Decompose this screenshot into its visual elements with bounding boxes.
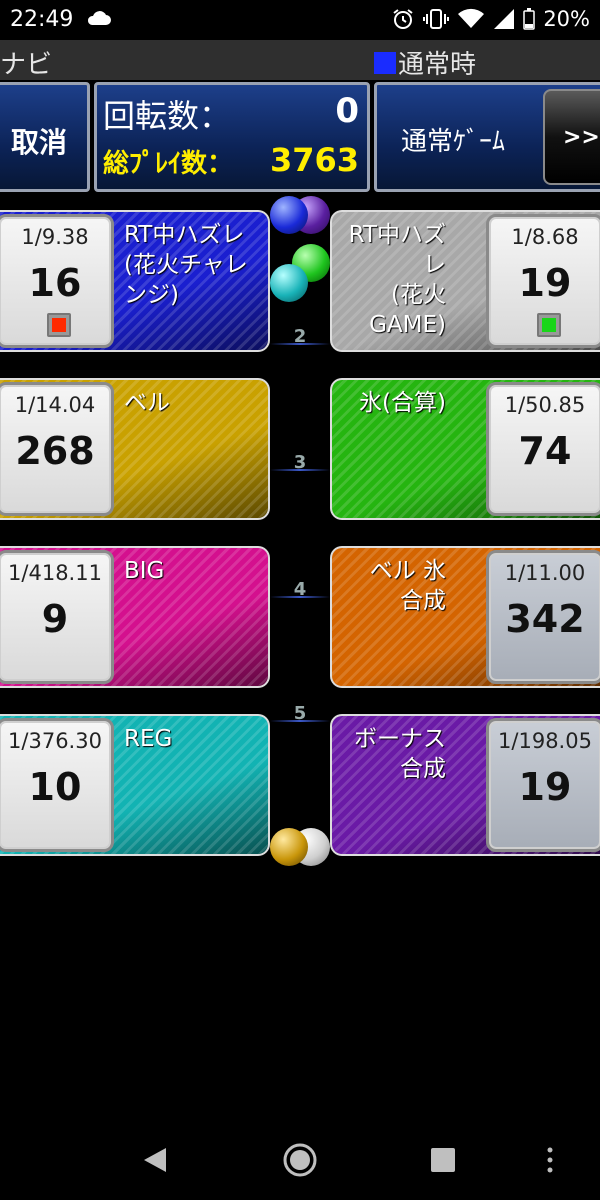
back-icon[interactable] (142, 1146, 168, 1178)
probability-text: 1/198.05 (498, 729, 592, 753)
count-value: 268 (15, 429, 95, 473)
counter-card-rt-hazure-challenge[interactable]: 1/9.38 16 RT中ハズレ (花火チャレ ンジ) (0, 210, 270, 352)
status-bar: 22:49 20% (0, 0, 600, 40)
card-label: ベル (124, 390, 170, 416)
gold-ball-icon (270, 828, 308, 866)
spin-count-value: 0 (335, 91, 359, 131)
lane-number: 4 (293, 579, 307, 600)
title-bar: ハナビ 通常時 (0, 40, 600, 80)
card-label: ボーナス 合成 (354, 726, 446, 782)
lamp-indicator (47, 313, 71, 337)
count-value: 10 (28, 765, 82, 809)
counter-card-big[interactable]: 1/418.11 9 BIG (0, 546, 270, 688)
counter-card-bell-ice-combined[interactable]: 1/11.00 342 ベル 氷 合成 (330, 546, 600, 688)
probability-text: 1/50.85 (504, 393, 586, 417)
counter-card-reg[interactable]: 1/376.30 10 REG (0, 714, 270, 856)
normal-game-label: 通常ｹﾞｰﾑ (401, 127, 506, 157)
lamp-light (52, 318, 66, 332)
alarm-icon (391, 7, 415, 31)
forward-label: >> (563, 125, 600, 150)
cyan-ball-icon (270, 264, 308, 302)
counter-tile: 1/8.68 19 (486, 214, 600, 348)
lane-number: 2 (293, 326, 307, 347)
wifi-icon (457, 8, 485, 30)
vibrate-icon (423, 8, 450, 30)
menu-icon[interactable] (546, 1146, 554, 1178)
card-label: RT中ハズレ (花火チャレ ンジ) (124, 222, 248, 308)
mode-color-swatch (374, 51, 396, 74)
battery-icon (523, 8, 536, 30)
count-value: 19 (518, 261, 572, 305)
counter-tile: 1/14.04 268 (0, 382, 114, 516)
lamp-indicator (537, 313, 561, 337)
count-value: 19 (518, 765, 572, 809)
total-play-value: 3763 (269, 141, 359, 179)
counter-card-ice-total[interactable]: 1/50.85 74 氷(合算) (330, 378, 600, 520)
card-label: RT中ハズレ (花火 GAME) (348, 222, 446, 338)
counter-tile: 1/9.38 16 (0, 214, 114, 348)
probability-text: 1/9.38 (21, 225, 89, 249)
lane-number: 5 (293, 703, 307, 724)
app-title: ハナビ (0, 50, 53, 80)
forward-button[interactable]: >> (543, 89, 600, 185)
cancel-label: 取消 (11, 126, 68, 159)
counter-tile: 1/198.05 19 (486, 718, 600, 852)
battery-percent: 20% (543, 7, 590, 31)
probability-text: 1/8.68 (511, 225, 579, 249)
counter-card-bell[interactable]: 1/14.04 268 ベル (0, 378, 270, 520)
status-time: 22:49 (10, 7, 74, 32)
card-label: 氷(合算) (359, 390, 446, 416)
spin-count-label: 回転数： (103, 97, 232, 135)
mode-indicator: 通常時 (374, 44, 476, 81)
total-play-label: 総ﾌﾟﾚｲ数： (103, 149, 234, 179)
home-icon[interactable] (282, 1142, 318, 1182)
count-value: 74 (518, 429, 572, 473)
count-value: 16 (28, 261, 82, 305)
card-label: ベル 氷 合成 (369, 558, 446, 614)
lane-number: 3 (293, 452, 307, 473)
probability-text: 1/14.04 (14, 393, 96, 417)
lamp-light (542, 318, 556, 332)
counter-tile: 1/418.11 9 (0, 550, 114, 684)
navigation-bar (0, 1120, 600, 1200)
probability-text: 1/11.00 (504, 561, 586, 585)
mode-label: 通常時 (398, 50, 477, 80)
count-value: 9 (41, 597, 69, 641)
normal-game-button[interactable]: 通常ｹﾞｰﾑ >> (374, 82, 600, 192)
counter-panel: 回転数： 0 総ﾌﾟﾚｲ数： 3763 (94, 82, 370, 192)
card-label: REG (124, 726, 173, 752)
counter-card-rt-hazure-game[interactable]: 1/8.68 19 RT中ハズレ (花火 GAME) (330, 210, 600, 352)
signal-icon (493, 8, 515, 30)
counter-tile: 1/11.00 342 (486, 550, 600, 684)
blue-ball-icon (270, 196, 308, 234)
probability-text: 1/376.30 (8, 729, 102, 753)
card-label: BIG (124, 558, 165, 584)
counter-tile: 1/50.85 74 (486, 382, 600, 516)
recents-icon[interactable] (430, 1147, 456, 1177)
probability-text: 1/418.11 (8, 561, 102, 585)
count-value: 342 (505, 597, 585, 641)
cancel-button[interactable]: 取消 (0, 82, 90, 192)
counter-tile: 1/376.30 10 (0, 718, 114, 852)
counter-card-bonus-combined[interactable]: 1/198.05 19 ボーナス 合成 (330, 714, 600, 856)
cloud-icon (86, 9, 112, 31)
